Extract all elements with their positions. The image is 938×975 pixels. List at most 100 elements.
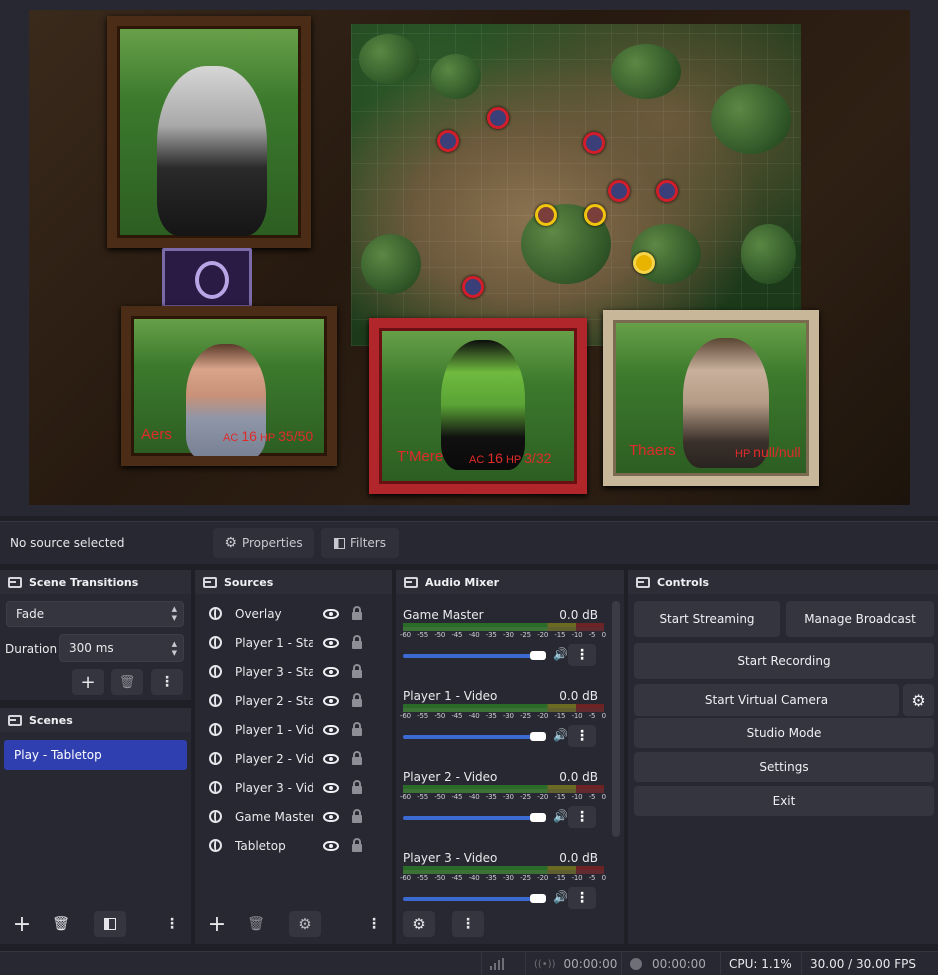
db-tick: -50 — [434, 793, 446, 801]
kebab-icon: ⋮ — [165, 916, 179, 932]
eye-icon[interactable] — [323, 724, 339, 735]
streaming-icon: ((•)) — [534, 958, 556, 970]
campaign-emblem — [162, 248, 252, 308]
source-item[interactable]: Game Master — [195, 802, 385, 831]
source-menu-button[interactable]: ⋮ — [358, 911, 390, 937]
lock-icon[interactable] — [352, 606, 362, 620]
eye-icon[interactable] — [323, 782, 339, 793]
volume-slider-handle[interactable] — [530, 894, 546, 903]
source-item[interactable]: Player 1 - Stat — [195, 628, 385, 657]
db-scale: -60 -55 -50 -45 -40 -35 -30 -25 -20 -15 -10 -5 0 — [400, 712, 606, 720]
mixer-scrollbar[interactable] — [612, 601, 620, 837]
speaker-icon[interactable]: 🔊 — [553, 647, 568, 661]
volume-slider-handle[interactable] — [530, 813, 546, 822]
player-token — [633, 252, 655, 274]
start-streaming-button[interactable]: Start Streaming — [634, 601, 780, 637]
source-item[interactable]: Player 3 - Stat — [195, 657, 385, 686]
lock-icon[interactable] — [352, 751, 362, 765]
source-name: Player 2 - Stat — [235, 693, 313, 708]
lock-icon[interactable] — [352, 780, 362, 794]
volume-slider-track[interactable] — [403, 897, 537, 901]
speaker-icon[interactable]: 🔊 — [553, 728, 568, 742]
speaker-icon[interactable]: 🔊 — [553, 809, 568, 823]
source-properties-button[interactable]: ⚙ — [289, 911, 321, 937]
player-token — [535, 204, 557, 226]
remove-transition-button[interactable]: 🗑 — [111, 669, 143, 695]
filter-icon — [104, 918, 116, 930]
start-recording-button[interactable]: Start Recording — [634, 643, 934, 679]
player-1-camera: Aers AC 16 HP 35/50 — [121, 306, 337, 466]
source-item[interactable]: Tabletop — [195, 831, 385, 860]
advanced-audio-button[interactable]: ⚙ — [403, 911, 435, 937]
volume-slider-handle[interactable] — [530, 651, 546, 660]
db-tick: -25 — [520, 631, 531, 639]
lock-icon[interactable] — [352, 635, 362, 649]
volume-slider-track[interactable] — [403, 654, 537, 658]
eye-icon[interactable] — [323, 666, 339, 677]
eye-icon[interactable] — [323, 695, 339, 706]
channel-menu-button[interactable]: ⋮ — [568, 806, 596, 828]
transition-select[interactable]: Fade ▲ ▼ — [6, 601, 184, 627]
scene-filters-button[interactable] — [94, 911, 126, 937]
browser-source-icon — [209, 665, 222, 678]
exit-button[interactable]: Exit — [634, 786, 934, 816]
lock-icon[interactable] — [352, 809, 362, 823]
duration-spinbox[interactable]: 300 ms ▲ ▼ — [59, 634, 184, 662]
lock-icon[interactable] — [352, 693, 362, 707]
add-transition-button[interactable]: + — [72, 669, 104, 695]
scene-item-play-tabletop[interactable]: Play - Tabletop — [4, 740, 187, 770]
lock-icon[interactable] — [352, 664, 362, 678]
db-tick: -15 — [554, 631, 566, 639]
add-source-button[interactable]: + — [201, 911, 233, 937]
source-name: Player 3 - Stat — [235, 664, 313, 679]
channel-menu-button[interactable]: ⋮ — [568, 644, 596, 666]
lock-icon[interactable] — [352, 838, 362, 852]
eye-icon[interactable] — [323, 637, 339, 648]
source-item[interactable]: Player 2 - Stat — [195, 686, 385, 715]
eye-icon[interactable] — [323, 608, 339, 619]
remove-scene-button[interactable]: 🗑 — [45, 911, 77, 937]
eye-icon[interactable] — [323, 753, 339, 764]
cpu-usage: CPU: 1.1% — [720, 952, 801, 975]
trash-icon: 🗑 — [52, 916, 70, 932]
add-scene-button[interactable]: + — [6, 911, 38, 937]
program-preview-canvas[interactable]: Aers AC 16 HP 35/50 T'Mere AC 16 HP 3/32… — [29, 10, 910, 505]
channel-name: Player 1 - Video — [403, 689, 498, 703]
channel-menu-button[interactable]: ⋮ — [568, 887, 596, 909]
source-item[interactable]: Player 3 - Vide — [195, 773, 385, 802]
audio-mixer-title: Audio Mixer — [396, 570, 624, 594]
speaker-icon[interactable]: 🔊 — [553, 890, 568, 904]
eye-icon[interactable] — [323, 840, 339, 851]
filters-button[interactable]: Filters — [321, 528, 399, 558]
db-tick: -40 — [468, 712, 480, 720]
volume-slider-track[interactable] — [403, 816, 537, 820]
volume-slider-track[interactable] — [403, 735, 537, 739]
source-name: Player 3 - Vide — [235, 780, 313, 795]
db-tick: 0 — [601, 874, 606, 882]
db-tick: -30 — [502, 874, 514, 882]
remove-source-button[interactable]: 🗑 — [240, 911, 272, 937]
mixer-menu-button[interactable]: ⋮ — [452, 911, 484, 937]
scene-menu-button[interactable]: ⋮ — [156, 911, 188, 937]
eye-icon[interactable] — [323, 811, 339, 822]
virtual-camera-settings-button[interactable]: ⚙ — [903, 684, 934, 716]
source-item[interactable]: Player 2 - Vide — [195, 744, 385, 773]
scenes-dock: Scenes Play - Tabletop + 🗑 ⋮ — [0, 708, 191, 944]
channel-level: 0.0 dB — [559, 689, 598, 703]
db-tick: -60 — [400, 874, 411, 882]
volume-slider-handle[interactable] — [530, 732, 546, 741]
db-tick: -50 — [434, 874, 446, 882]
source-item[interactable]: Overlay — [195, 599, 385, 628]
studio-mode-button[interactable]: Studio Mode — [634, 718, 934, 748]
mixer-channel: Player 2 - Video 0.0 dB -60 -55 -50 -45 -40 -35… — [396, 766, 608, 847]
lock-icon[interactable] — [352, 722, 362, 736]
kebab-icon: ⋮ — [575, 728, 589, 744]
source-item[interactable]: Player 1 - Vide — [195, 715, 385, 744]
channel-menu-button[interactable]: ⋮ — [568, 725, 596, 747]
start-virtual-camera-button[interactable]: Start Virtual Camera — [634, 684, 899, 716]
transition-properties-button[interactable]: ⋮ — [151, 669, 183, 695]
manage-broadcast-button[interactable]: Manage Broadcast — [786, 601, 934, 637]
db-tick: -5 — [588, 712, 596, 720]
settings-button[interactable]: Settings — [634, 752, 934, 782]
properties-button[interactable]: ⚙ Properties — [213, 528, 314, 558]
